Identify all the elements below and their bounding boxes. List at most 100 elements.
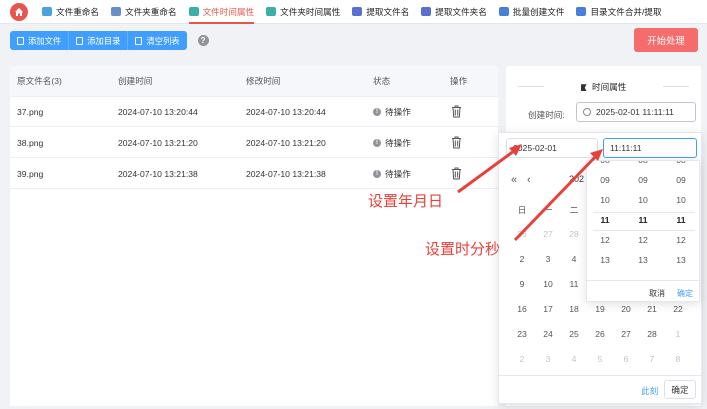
calendar-day[interactable]: 21 <box>639 304 665 314</box>
cell-modified: 2024-07-10 13:20:44 <box>246 106 326 117</box>
second-option[interactable]: 11 <box>663 215 699 225</box>
calendar-day[interactable]: 7 <box>639 354 665 364</box>
calendar-day[interactable]: 4 <box>561 254 587 264</box>
header-filename: 原文件名(3) <box>17 76 62 86</box>
tab-4[interactable]: 提取文件名 <box>352 0 409 24</box>
tab-label: 文件夹时间属性 <box>280 6 341 17</box>
add-file-label: 添加文件 <box>28 35 62 46</box>
help-icon[interactable]: ? <box>197 35 209 46</box>
calendar-day[interactable]: 9 <box>509 279 535 289</box>
tab-icon <box>352 7 363 16</box>
prev-month-icon[interactable]: ‹ <box>527 174 531 186</box>
date-input[interactable]: 2025-02-01 <box>506 138 598 158</box>
calendar-day[interactable]: 27 <box>535 229 561 239</box>
second-option[interactable]: 13 <box>663 255 699 265</box>
calendar-day[interactable]: 23 <box>509 329 535 339</box>
time-cancel-button[interactable]: 取消 <box>649 288 665 299</box>
hour-option[interactable]: 10 <box>587 195 623 205</box>
now-button[interactable]: 此刻 <box>641 385 658 397</box>
header-modified: 修改时间 <box>246 76 281 86</box>
hour-option[interactable]: 11 <box>587 215 623 225</box>
cell-created: 2024-07-10 13:20:44 <box>118 106 198 117</box>
created-time-input[interactable]: 2025-02-01 11:11:11 <box>576 102 696 122</box>
status-text: 待操作 <box>385 168 411 179</box>
tab-icon <box>266 7 277 16</box>
calendar-day[interactable]: 27 <box>613 329 639 339</box>
calendar-day[interactable]: 18 <box>561 304 587 314</box>
tab-label: 提取文件名 <box>366 6 410 17</box>
calendar-day[interactable]: 16 <box>509 304 535 314</box>
selection-line-top <box>593 212 695 213</box>
calendar-day[interactable]: 26 <box>509 229 535 239</box>
tab-icon <box>421 7 432 16</box>
hour-option[interactable]: 12 <box>587 235 623 245</box>
tab-label: 提取文件夹名 <box>435 6 487 17</box>
tab-5[interactable]: 提取文件夹名 <box>421 0 487 24</box>
second-option[interactable]: 09 <box>663 175 699 185</box>
table-row[interactable]: 38.png 2024-07-10 13:21:20 2024-07-10 13:2… <box>10 128 498 158</box>
calendar-day[interactable]: 11 <box>561 279 587 289</box>
tab-7[interactable]: 目录文件合并/提取 <box>576 0 662 24</box>
tab-6[interactable]: 批量创建文件 <box>498 0 564 24</box>
weekday-label: 一 <box>543 205 553 215</box>
minute-option[interactable]: 11 <box>625 215 661 225</box>
clear-list-button[interactable]: 清空列表 <box>128 31 187 50</box>
minute-option[interactable]: 13 <box>625 255 661 265</box>
trash-icon[interactable] <box>451 136 462 149</box>
table-row[interactable]: 39.png 2024-07-10 13:21:38 2024-07-10 13:2… <box>10 159 498 189</box>
calendar-day[interactable]: 6 <box>613 354 639 364</box>
time-confirm-button[interactable]: 确定 <box>677 288 693 299</box>
clock-icon <box>583 108 591 116</box>
add-file-button[interactable]: 添加文件 <box>10 31 70 50</box>
calendar-day[interactable]: 24 <box>535 329 561 339</box>
home-button[interactable] <box>10 2 28 21</box>
tab-3[interactable]: 文件夹时间属性 <box>266 0 340 24</box>
minute-option[interactable]: 09 <box>625 175 661 185</box>
tab-2[interactable]: 文件时间属性 <box>188 0 255 24</box>
prev-year-icon[interactable]: « <box>511 174 517 186</box>
calendar-day[interactable]: 1 <box>665 329 691 339</box>
calendar-day[interactable]: 8 <box>665 354 691 364</box>
add-directory-button[interactable]: 添加目录 <box>69 31 129 50</box>
calendar-day[interactable]: 22 <box>665 304 691 314</box>
calendar-day[interactable]: 17 <box>535 304 561 314</box>
start-process-button[interactable]: 开始处理 <box>634 28 698 52</box>
toolbar: 添加文件 添加目录 清空列表 ? <box>10 31 209 50</box>
info-icon: ! <box>373 108 381 117</box>
confirm-button[interactable]: 确定 <box>664 380 696 399</box>
table-row[interactable]: 37.png 2024-07-10 13:20:44 2024-07-10 13:2… <box>10 97 498 127</box>
calendar-day[interactable]: 25 <box>561 329 587 339</box>
minute-option[interactable]: 10 <box>625 195 661 205</box>
calendar-day[interactable]: 26 <box>587 329 613 339</box>
calendar-day[interactable]: 5 <box>587 354 613 364</box>
hour-option[interactable]: 13 <box>587 255 623 265</box>
date-annotation: 设置年月日 <box>368 193 444 210</box>
tab-1[interactable]: 文件夹重命名 <box>110 0 177 24</box>
tab-0[interactable]: 文件重命名 <box>42 0 99 24</box>
tab-label: 文件时间属性 <box>202 6 255 17</box>
calendar-day[interactable]: 3 <box>535 254 561 264</box>
calendar-day[interactable]: 19 <box>587 304 613 314</box>
hour-option[interactable]: 08 <box>587 161 623 165</box>
calendar-day[interactable]: 28 <box>639 329 665 339</box>
second-option[interactable]: 10 <box>663 195 699 205</box>
calendar-day[interactable]: 10 <box>535 279 561 289</box>
calendar-day[interactable]: 4 <box>561 354 587 364</box>
tab-icon <box>576 7 587 16</box>
minute-option[interactable]: 12 <box>625 235 661 245</box>
minute-option[interactable]: 08 <box>625 161 661 165</box>
second-option[interactable]: 08 <box>663 161 699 165</box>
hour-option[interactable]: 09 <box>587 175 623 185</box>
picker-footer: 此刻 确定 <box>499 375 703 403</box>
trash-icon[interactable] <box>451 105 462 118</box>
time-footer: 取消 确定 <box>587 280 699 301</box>
weekday-label: 日 <box>517 205 527 215</box>
calendar-day[interactable]: 20 <box>613 304 639 314</box>
second-option[interactable]: 12 <box>663 235 699 245</box>
calendar-day[interactable]: 2 <box>509 254 535 264</box>
calendar-day[interactable]: 28 <box>561 229 587 239</box>
calendar-day[interactable]: 3 <box>535 354 561 364</box>
trash-icon[interactable] <box>451 167 462 180</box>
calendar-day[interactable]: 2 <box>509 354 535 364</box>
time-input[interactable]: 11:11:11 <box>603 138 697 158</box>
